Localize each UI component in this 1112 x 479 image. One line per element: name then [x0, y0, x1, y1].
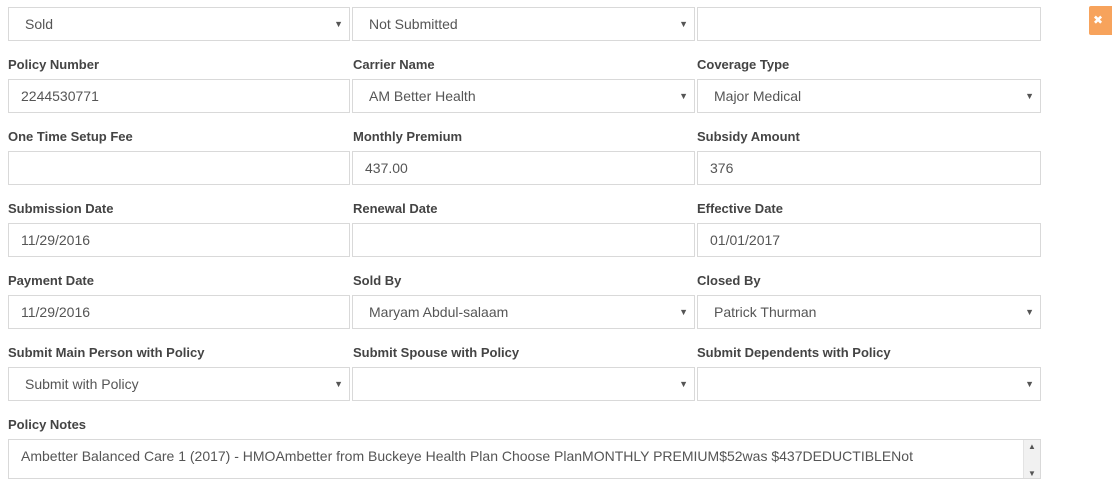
submission-date-value: 11/29/2016 [21, 232, 91, 248]
chevron-down-icon: ▼ [1025, 91, 1034, 101]
closed-by-value: Patrick Thurman [714, 304, 817, 320]
status-select-value: Sold [25, 16, 54, 32]
submit-dependents-select[interactable]: ▼ [697, 367, 1041, 401]
policy-notes-textarea[interactable]: Ambetter Balanced Care 1 (2017) - HMOAmb… [8, 439, 1041, 479]
chevron-down-icon: ▼ [334, 379, 343, 389]
scroll-down-icon[interactable]: ▼ [1024, 469, 1040, 478]
effective-date-label: Effective Date [697, 201, 783, 216]
submit-dependents-label: Submit Dependents with Policy [697, 345, 891, 360]
setup-fee-input[interactable] [8, 151, 350, 185]
renewal-date-label: Renewal Date [353, 201, 438, 216]
payment-date-value: 11/29/2016 [21, 304, 91, 320]
submit-main-value: Submit with Policy [25, 376, 139, 392]
close-icon: ✖ [1092, 13, 1104, 27]
renewal-date-input[interactable] [352, 223, 695, 257]
payment-date-label: Payment Date [8, 273, 94, 288]
effective-date-value: 01/01/2017 [710, 232, 781, 248]
chevron-down-icon: ▼ [679, 91, 688, 101]
chevron-down-icon: ▼ [679, 379, 688, 389]
chevron-down-icon: ▼ [679, 19, 688, 29]
chevron-down-icon: ▼ [679, 307, 688, 317]
chevron-down-icon: ▼ [1025, 307, 1034, 317]
submission-status-value: Not Submitted [369, 16, 458, 32]
status-select[interactable]: Sold ▼ [8, 7, 350, 41]
policy-number-value: 2244530771 [21, 88, 99, 104]
subsidy-amount-input[interactable]: 376 [697, 151, 1041, 185]
coverage-type-label: Coverage Type [697, 57, 790, 72]
submit-spouse-label: Submit Spouse with Policy [353, 345, 520, 360]
coverage-type-select[interactable]: Major Medical ▼ [697, 79, 1041, 113]
effective-date-input[interactable]: 01/01/2017 [697, 223, 1041, 257]
policy-notes-label: Policy Notes [8, 417, 87, 432]
monthly-premium-label: Monthly Premium [353, 129, 463, 144]
monthly-premium-input[interactable]: 437.00 [352, 151, 695, 185]
policy-notes-value: Ambetter Balanced Care 1 (2017) - HMOAmb… [21, 448, 913, 464]
payment-date-input[interactable]: 11/29/2016 [8, 295, 350, 329]
closed-by-select[interactable]: Patrick Thurman ▼ [697, 295, 1041, 329]
sold-by-label: Sold By [353, 273, 402, 288]
coverage-type-value: Major Medical [714, 88, 802, 104]
extra-input[interactable] [697, 7, 1041, 41]
submit-spouse-select[interactable]: ▼ [352, 367, 695, 401]
submission-date-label: Submission Date [8, 201, 114, 216]
carrier-name-select[interactable]: AM Better Health ▼ [352, 79, 695, 113]
notes-scrollbar[interactable]: ▲ ▼ [1023, 440, 1040, 478]
scroll-up-icon[interactable]: ▲ [1024, 442, 1040, 451]
carrier-name-label: Carrier Name [353, 57, 435, 72]
setup-fee-label: One Time Setup Fee [8, 129, 133, 144]
sold-by-value: Maryam Abdul-salaam [369, 304, 509, 320]
carrier-name-value: AM Better Health [369, 88, 476, 104]
submit-main-select[interactable]: Submit with Policy ▼ [8, 367, 350, 401]
policy-number-label: Policy Number [8, 57, 100, 72]
policy-number-input[interactable]: 2244530771 [8, 79, 350, 113]
chevron-down-icon: ▼ [334, 19, 343, 29]
submission-status-select[interactable]: Not Submitted ▼ [352, 7, 695, 41]
submission-date-input[interactable]: 11/29/2016 [8, 223, 350, 257]
subsidy-amount-value: 376 [710, 160, 734, 176]
close-button[interactable]: ✖ [1089, 6, 1112, 35]
closed-by-label: Closed By [697, 273, 761, 288]
monthly-premium-value: 437.00 [365, 160, 408, 176]
chevron-down-icon: ▼ [1025, 379, 1034, 389]
subsidy-amount-label: Subsidy Amount [697, 129, 800, 144]
submit-main-label: Submit Main Person with Policy [8, 345, 205, 360]
sold-by-select[interactable]: Maryam Abdul-salaam ▼ [352, 295, 695, 329]
